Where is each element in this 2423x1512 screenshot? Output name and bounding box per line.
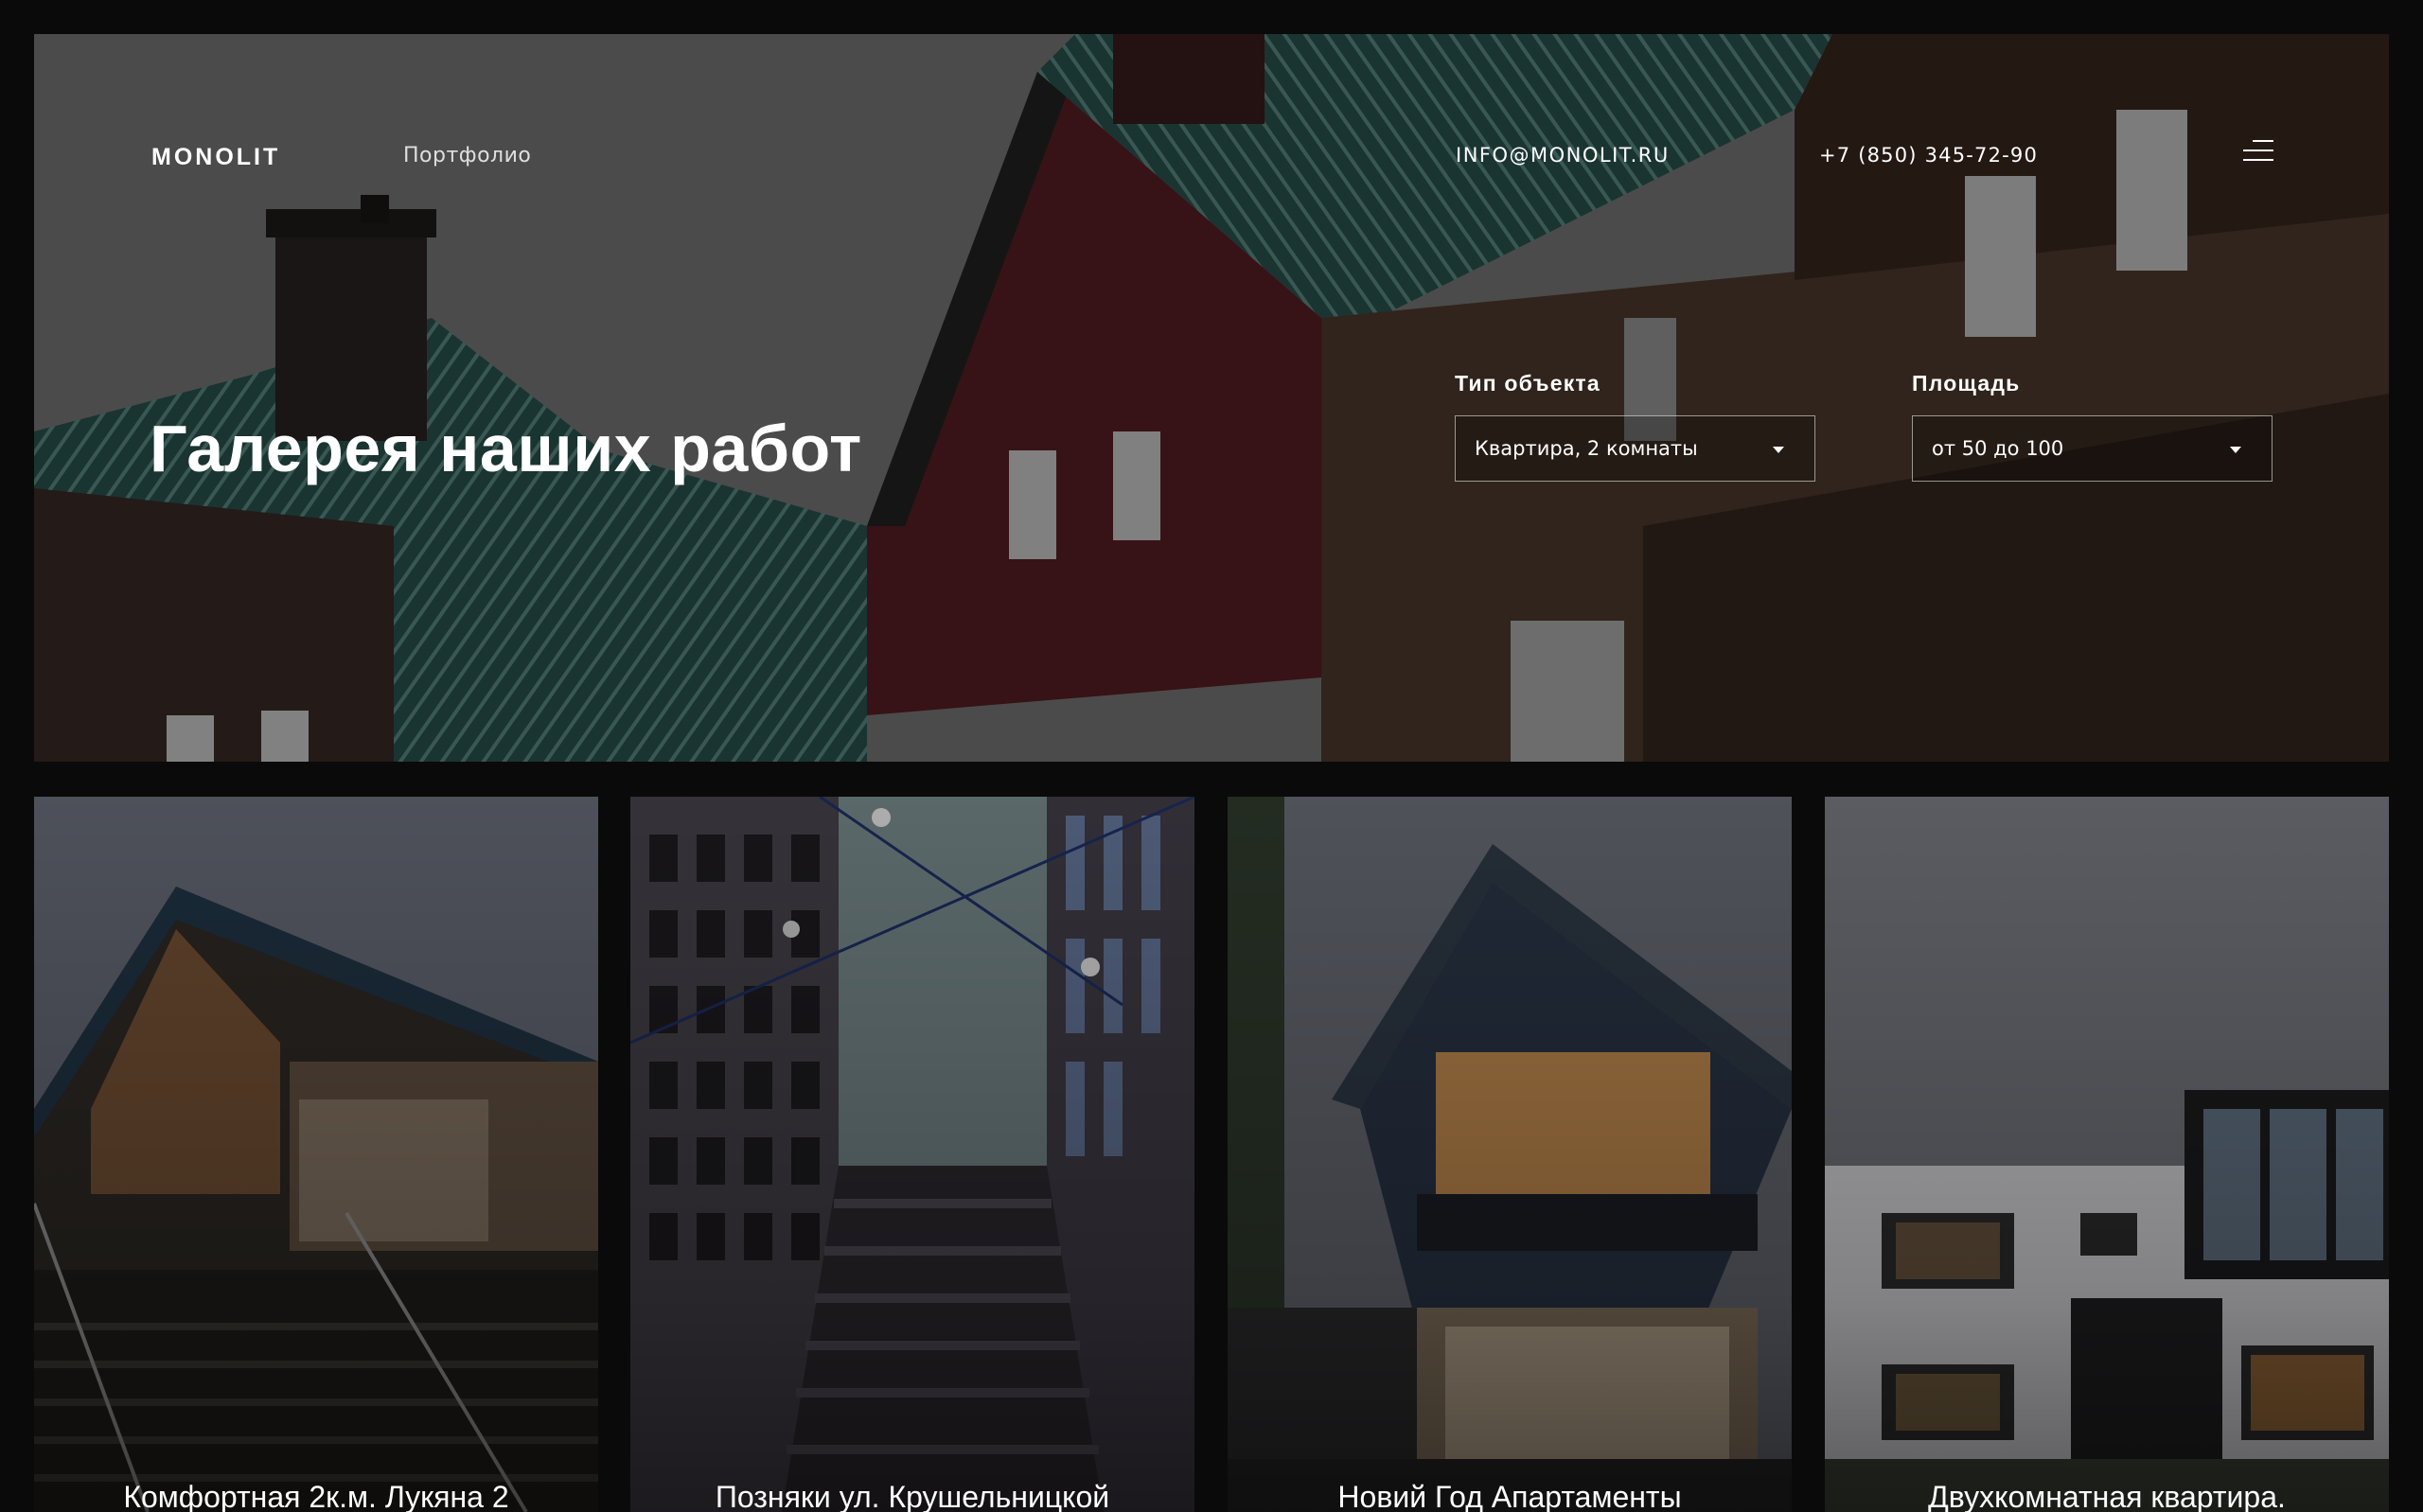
card-title: Позняки ул. Крушельницкой [715,1480,1110,1512]
card-overlay [1228,797,1792,1512]
area-select[interactable]: от 50 до 100 [1912,415,2273,482]
hamburger-menu-icon[interactable] [2241,138,2273,165]
portfolio-card[interactable]: Комфортная 2к.м. Лукяна 2 [34,797,598,1512]
top-navigation: MONOLIT Портфолио INFO@MONOLIT.RU +7 (85… [34,34,2389,223]
card-title: Комфортная 2к.м. Лукяна 2 [123,1480,509,1512]
card-overlay [34,797,598,1512]
phone-link[interactable]: +7 (850) 345-72-90 [1819,144,2038,167]
caret-down-icon [1773,447,1784,453]
card-title: Двухкомнатная квартира. [1928,1480,2286,1512]
caret-down-icon [2230,447,2241,453]
select-value: от 50 до 100 [1932,437,2064,460]
filter-object-type: Тип объекта Квартира, 2 комнаты [1455,371,1815,482]
portfolio-card[interactable]: Двухкомнатная квартира. [1825,797,2389,1512]
hero-banner: MONOLIT Портфолио INFO@MONOLIT.RU +7 (85… [34,34,2389,762]
select-value: Квартира, 2 комнаты [1475,437,1698,460]
page-title: Галерея наших работ [150,412,862,485]
filter-label: Площадь [1912,371,2021,396]
page: MONOLIT Портфолио INFO@MONOLIT.RU +7 (85… [0,0,2423,1512]
portfolio-card[interactable]: Позняки ул. Крушельницкой [630,797,1194,1512]
email-link[interactable]: INFO@MONOLIT.RU [1456,144,1670,167]
brand-logo[interactable]: MONOLIT [151,144,280,171]
filter-area: Площадь от 50 до 100 [1912,371,2273,482]
object-type-select[interactable]: Квартира, 2 комнаты [1455,415,1815,482]
card-overlay [630,797,1194,1512]
filter-label: Тип объекта [1455,371,1601,396]
portfolio-card[interactable]: Новий Год Апартаменты [1228,797,1792,1512]
card-title: Новий Год Апартаменты [1337,1480,1682,1512]
card-overlay [1825,797,2389,1512]
portfolio-link[interactable]: Портфолио [403,144,531,167]
